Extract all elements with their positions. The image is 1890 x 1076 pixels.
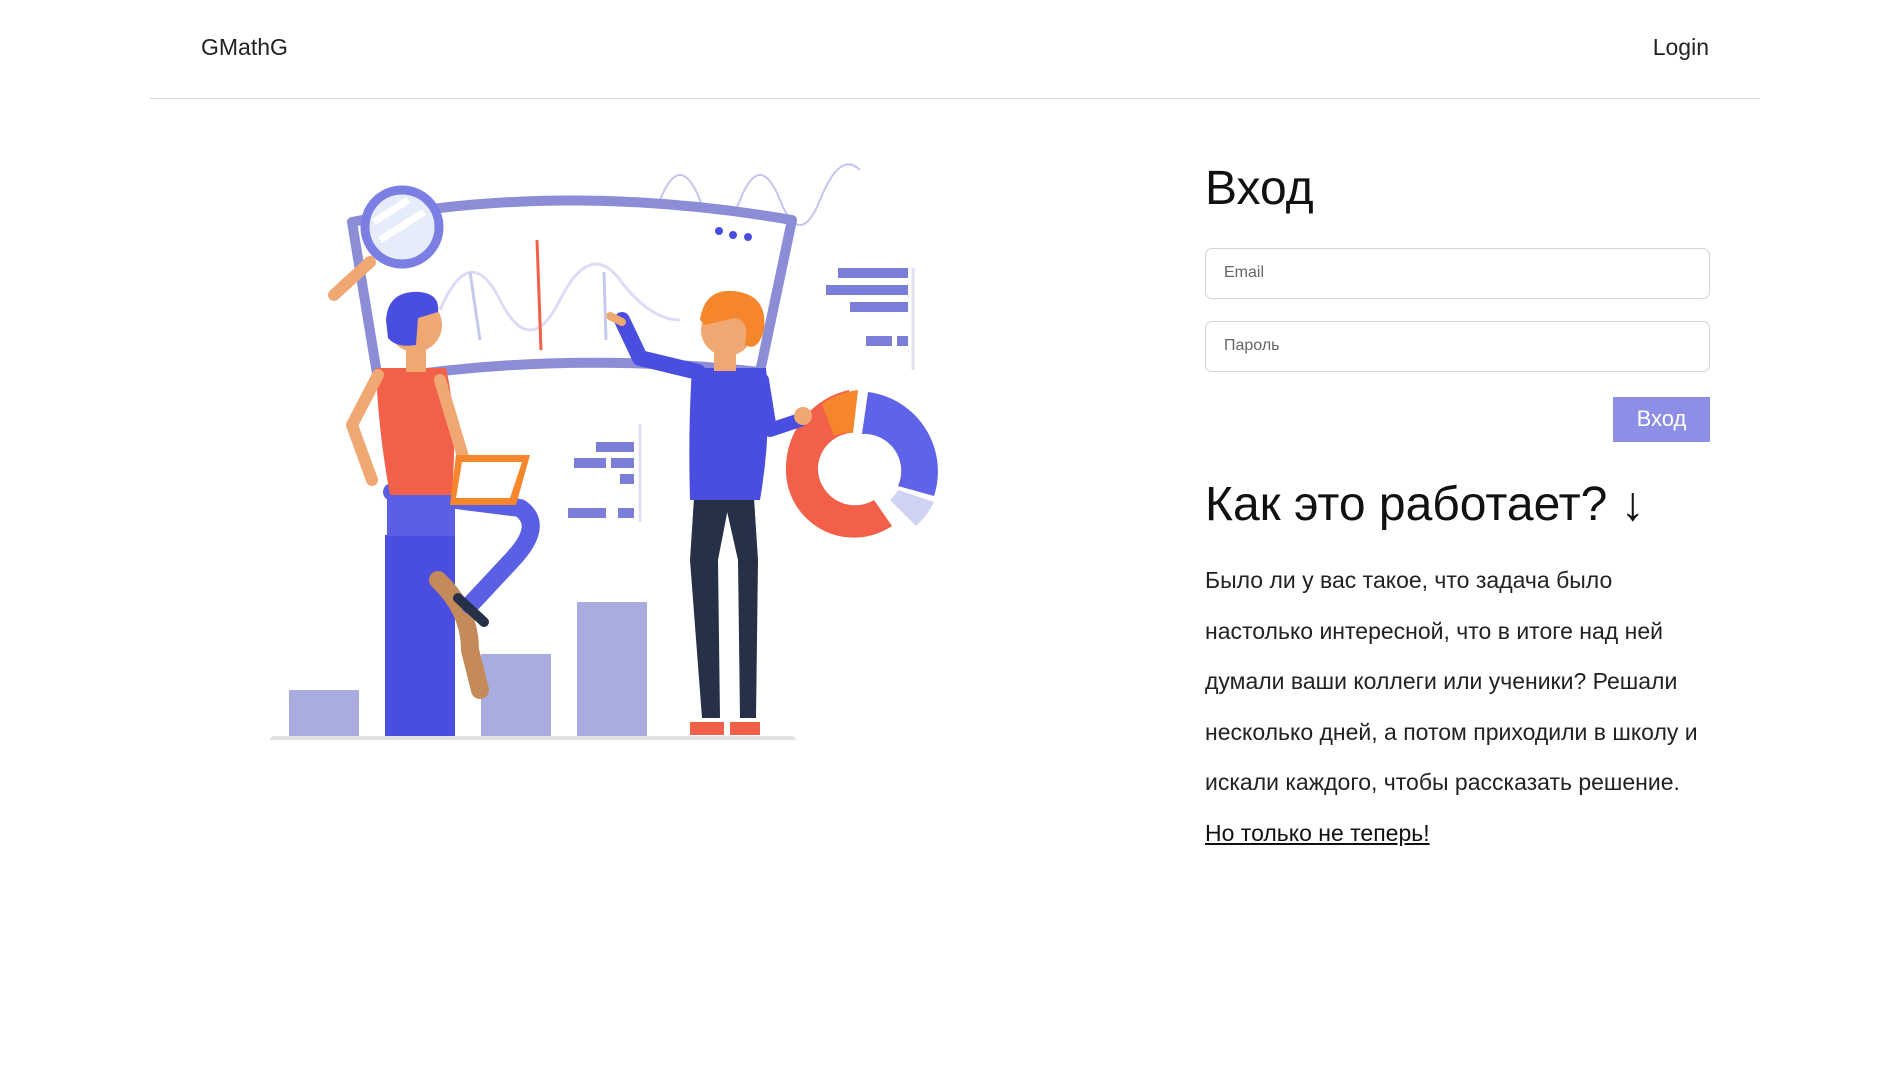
email-field[interactable]	[1205, 247, 1710, 299]
bar-chart-bar	[481, 654, 551, 736]
how-it-works-text: Было ли у вас такое, что задача было нас…	[1205, 555, 1710, 858]
top-navbar: GMathG Login	[150, 0, 1760, 99]
bar-chart-bar	[289, 690, 359, 736]
how-it-works-paragraph: Было ли у вас такое, что задача было нас…	[1205, 567, 1698, 796]
brand-logo[interactable]: GMathG	[201, 34, 288, 61]
button-row: Вход	[1205, 396, 1710, 442]
bar-chart-bar	[385, 535, 455, 736]
password-field[interactable]	[1205, 320, 1710, 372]
how-it-works-title: Как это работает? ↓	[1205, 477, 1645, 531]
not-anymore-link[interactable]: Но только не теперь!	[1205, 820, 1430, 846]
analytics-illustration	[270, 163, 938, 740]
login-title: Вход	[1205, 162, 1314, 215]
login-link[interactable]: Login	[1653, 34, 1709, 61]
floor-shadow	[270, 736, 796, 740]
bar-chart-bar	[577, 602, 647, 736]
login-button[interactable]: Вход	[1613, 396, 1710, 442]
login-panel: Вход Вход Как это работает? ↓ Было ли у …	[1205, 160, 1710, 858]
